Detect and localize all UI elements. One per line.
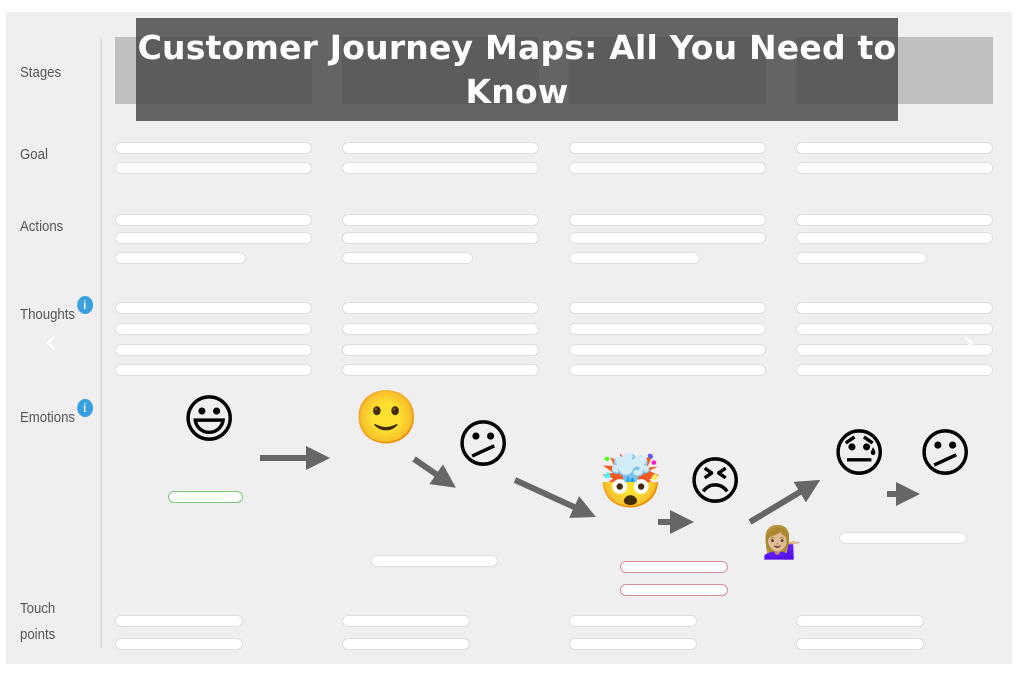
arrow-2: [412, 456, 456, 488]
emotion-grinning-face: 😃: [182, 390, 237, 450]
emotion-slightly-smiling-face: 🙂: [354, 388, 419, 448]
emotion-exploding-head: 🤯: [598, 452, 663, 512]
arrow-3: [513, 477, 596, 518]
emotion-confused-face-2: 😕: [918, 424, 973, 484]
emotion-person-tipping-hand: 💁🏼‍♀️: [762, 523, 802, 561]
page-title: Customer Journey Maps: All You Need to K…: [136, 18, 898, 121]
emotion-persevering-face: 😣: [688, 452, 743, 512]
emotion-downcast-sweat-face: 😓: [832, 424, 887, 484]
emotion-confused-face: 😕: [456, 415, 511, 475]
